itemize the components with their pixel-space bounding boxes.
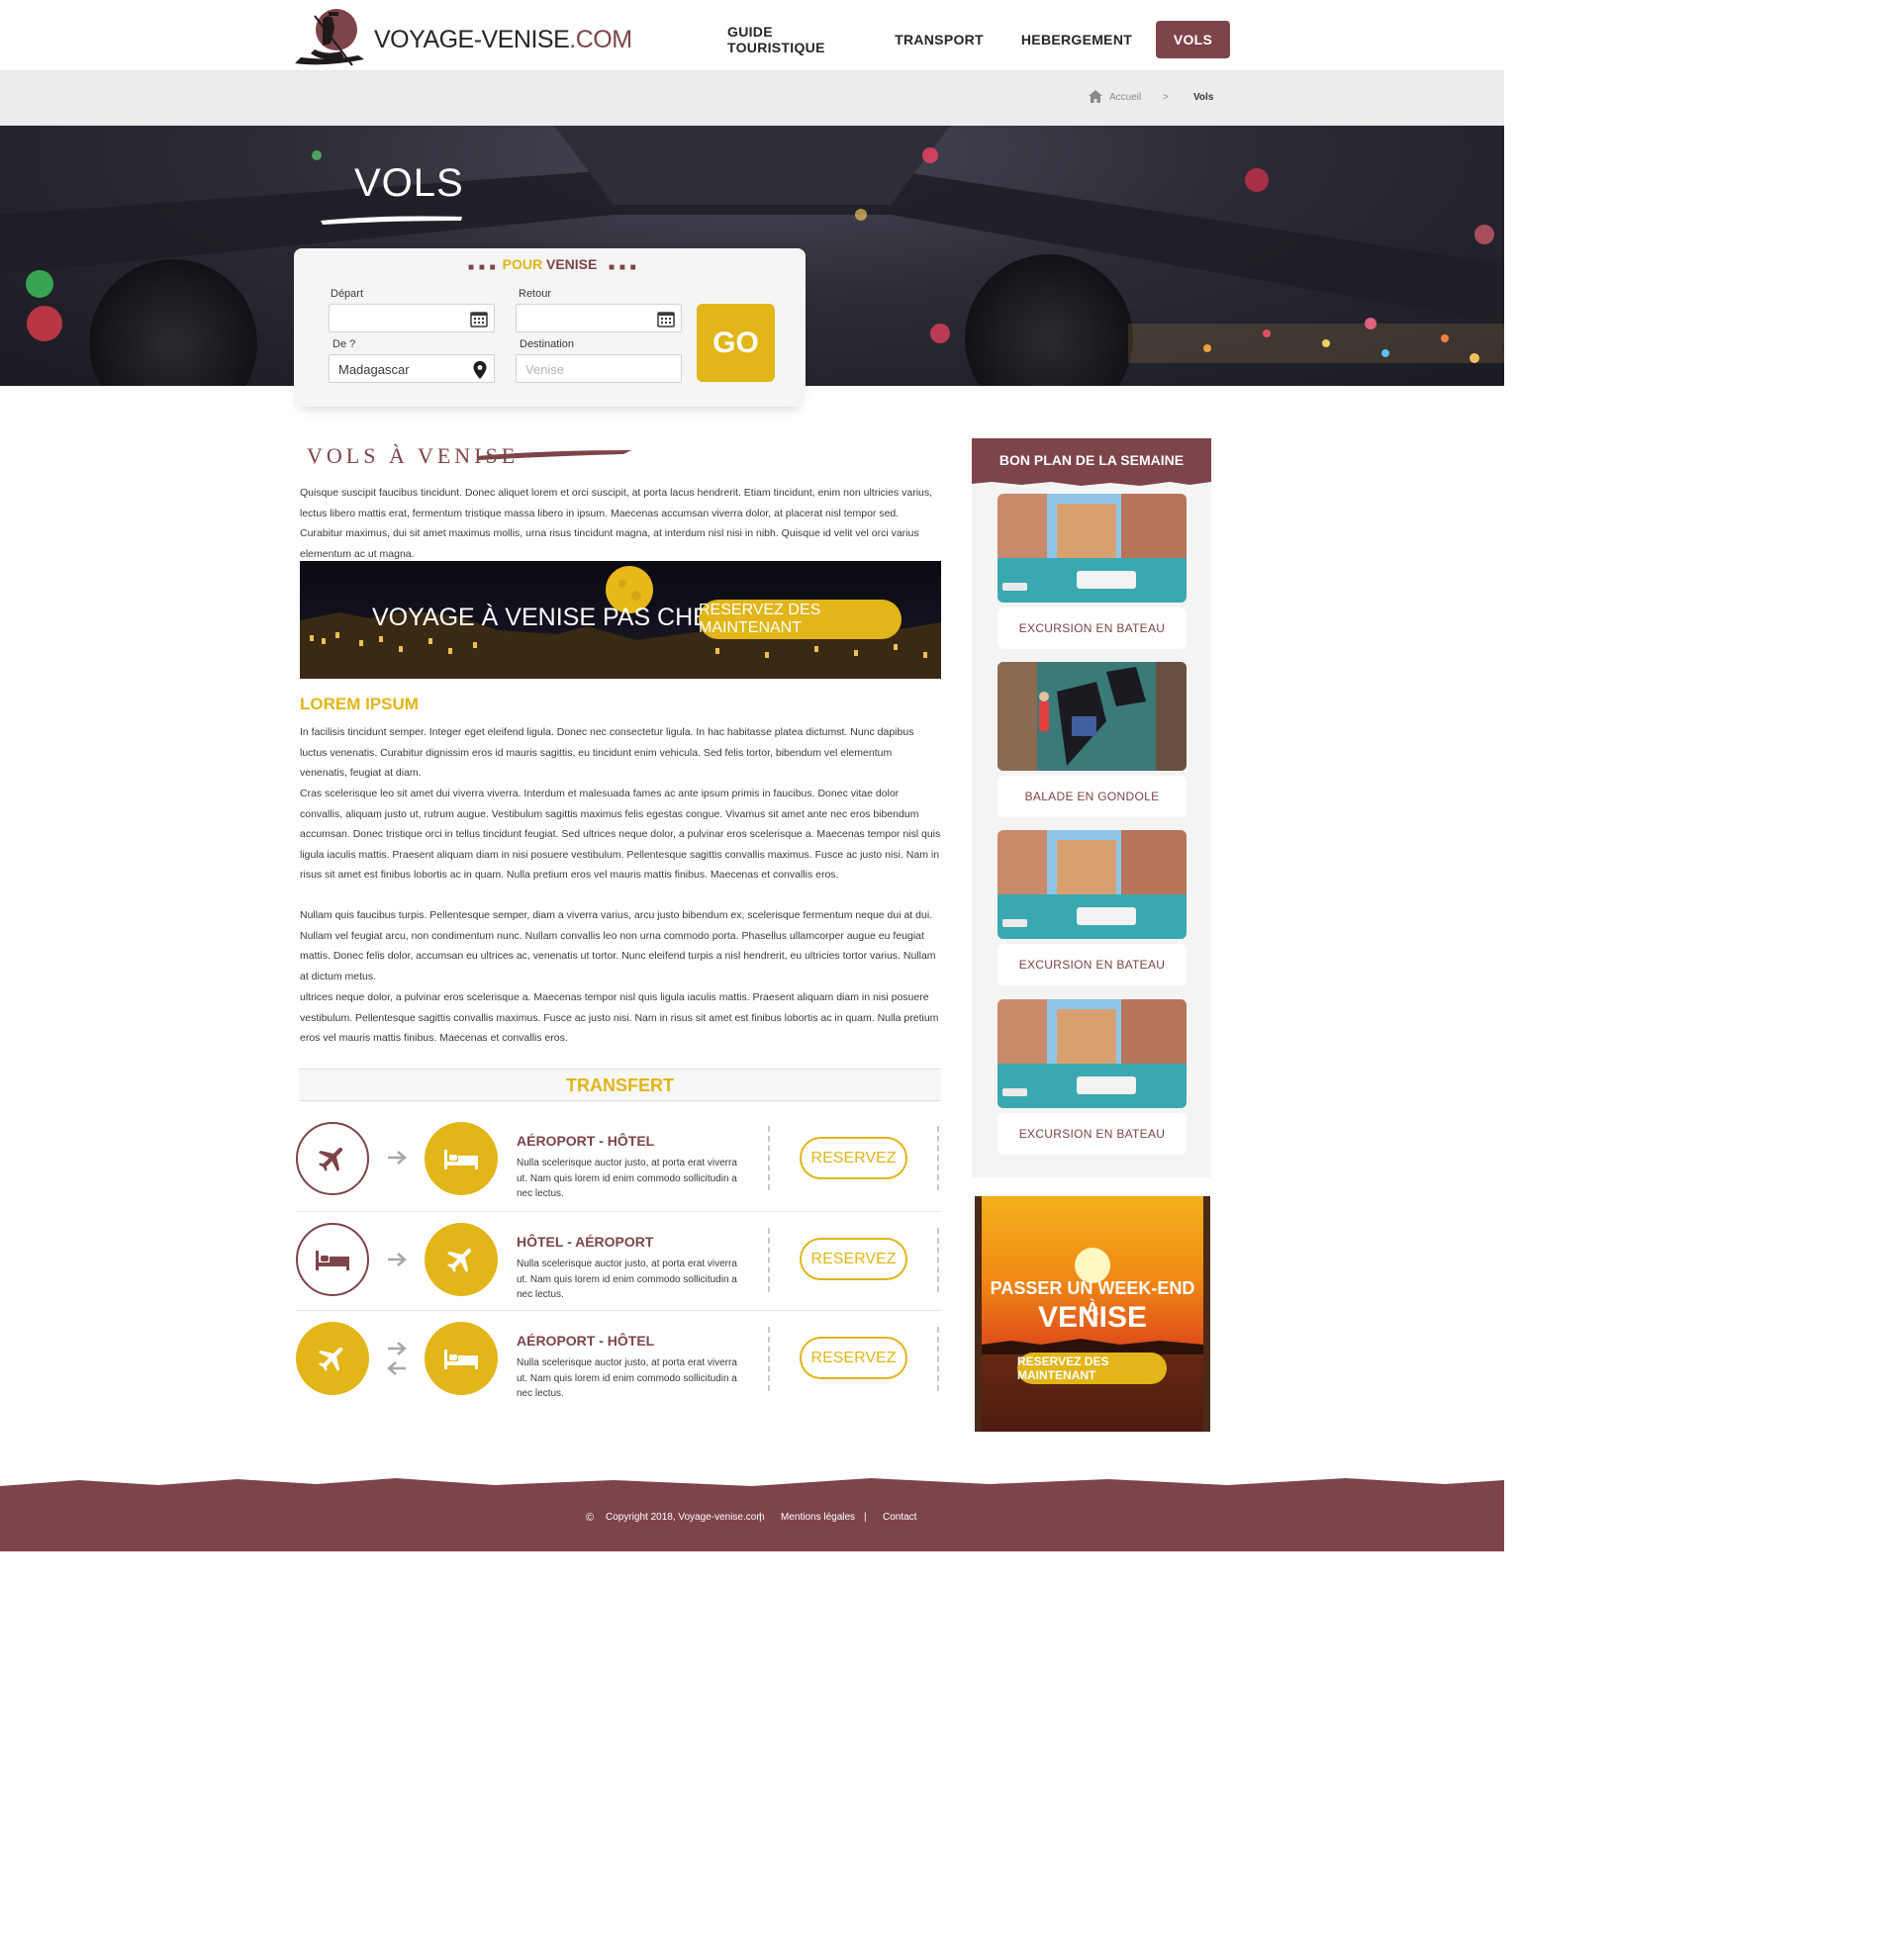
depart-date-input[interactable] (329, 304, 495, 332)
copyright-icon: © (586, 1512, 595, 1524)
breadcrumb-separator: > (1163, 92, 1169, 103)
nav-hebergement[interactable]: HEBERGEMENT (1019, 21, 1134, 58)
arrow-right-icon (388, 1151, 407, 1165)
site-logo[interactable]: VOYAGE-VENISE.COM (293, 6, 632, 67)
retour-date-input[interactable] (516, 304, 682, 332)
weekend-promo: PASSER UN WEEK-END À VENISE RESERVEZ DES… (975, 1196, 1210, 1432)
card-image-boat[interactable] (998, 999, 1187, 1108)
decor-dots-right: ■ ■ ■ (609, 262, 637, 273)
destination-label: Destination (520, 338, 575, 350)
divider (937, 1327, 939, 1391)
from-location-input[interactable]: Madagascar (329, 354, 495, 383)
breadcrumb-current: Vols (1193, 92, 1214, 103)
plane-icon (425, 1223, 498, 1296)
nav-vols[interactable]: VOLS (1156, 21, 1230, 58)
transfer-title: AÉROPORT - HÔTEL (517, 1133, 655, 1149)
transfer-desc: Nulla scelerisque auctor justo, at porta… (517, 1357, 737, 1399)
footer-contact-link[interactable]: Contact (883, 1512, 916, 1523)
nav-guide-touristique[interactable]: GUIDE TOURISTIQUE (727, 21, 864, 58)
card-label[interactable]: BALADE EN GONDOLE (998, 776, 1187, 817)
content-paragraph: In facilisis tincidunt semper. Integer e… (300, 726, 914, 779)
gondolier-logo-icon (295, 9, 364, 66)
card-image-boat[interactable] (998, 494, 1187, 603)
flight-search-form: ■ ■ ■ POUR VENISE ■ ■ ■ Départ Retour De… (294, 248, 806, 407)
retour-label: Retour (519, 288, 552, 300)
banner-text: VOYAGE À VENISE PAS CHER (372, 604, 727, 631)
banner-reserve-button[interactable]: RESERVEZ DES MAINTENANT (699, 600, 902, 639)
reserve-button[interactable]: RESERVEZ (800, 1137, 907, 1179)
cheap-trip-banner: VOYAGE À VENISE PAS CHER RESERVEZ DES MA… (300, 561, 941, 679)
footer-copyright: Copyright 2018, Voyage-venise.com (606, 1512, 765, 1523)
transfer-desc: Nulla scelerisque auctor justo, at porta… (517, 1259, 737, 1300)
card-image-gondola[interactable] (998, 662, 1187, 771)
transfer-title: AÉROPORT - HÔTEL (517, 1333, 655, 1349)
content-paragraph: ultrices neque dolor, a pulvinar eros sc… (300, 991, 939, 1044)
promo-line2: VENISE (1037, 1301, 1148, 1334)
breadcrumb-home-link[interactable]: Accueil (1109, 92, 1141, 103)
reserve-button[interactable]: RESERVEZ (800, 1337, 907, 1379)
plane-icon (296, 1122, 369, 1195)
divider (768, 1126, 770, 1190)
transfer-desc: Nulla scelerisque auctor justo, at porta… (517, 1158, 737, 1199)
transfer-heading: TRANSFERT (299, 1069, 941, 1101)
nav-transport[interactable]: TRANSPORT (889, 21, 990, 58)
bed-icon (425, 1122, 498, 1195)
footer-legal-link[interactable]: Mentions légales (781, 1512, 855, 1523)
from-label: De ? (332, 338, 356, 350)
location-pin-icon (473, 361, 487, 379)
home-icon (1089, 90, 1102, 103)
divider (768, 1228, 770, 1292)
card-image-boat[interactable] (998, 830, 1187, 939)
content-paragraph: Nullam quis faucibus turpis. Pellentesqu… (300, 909, 936, 982)
title-underline-stroke (321, 216, 462, 225)
search-title: POUR VENISE (502, 256, 598, 272)
content-paragraph: Cras scelerisque leo sit amet dui viverr… (300, 788, 941, 881)
bed-icon (296, 1223, 369, 1296)
plane-icon (296, 1322, 369, 1395)
divider (937, 1126, 939, 1190)
transfer-row: AÉROPORT - HÔTEL Nulla scelerisque aucto… (295, 1113, 941, 1212)
site-header: VOYAGE-VENISE.COM GUIDE TOURISTIQUE TRAN… (0, 0, 1504, 71)
bed-icon (425, 1322, 498, 1395)
card-label[interactable]: EXCURSION EN BATEAU (998, 1113, 1187, 1155)
transfer-row: HÔTEL - AÉROPORT Nulla scelerisque aucto… (295, 1212, 941, 1311)
footer-separator: | (864, 1512, 867, 1523)
intro-paragraph: Quisque suscipit faucibus tincidunt. Don… (300, 487, 933, 560)
divider (937, 1228, 939, 1292)
go-button[interactable]: GO (697, 304, 775, 382)
calendar-icon[interactable] (470, 310, 488, 327)
depart-label: Départ (331, 288, 364, 300)
transfer-row: AÉROPORT - HÔTEL Nulla scelerisque aucto… (295, 1311, 941, 1410)
destination-input[interactable]: Venise (516, 354, 682, 383)
breadcrumb: Accueil > Vols (0, 71, 1504, 126)
round-trip-arrows-icon (387, 1342, 407, 1375)
sidebar-heading: BON PLAN DE LA SEMAINE (972, 438, 1211, 482)
sidebar-deals: BON PLAN DE LA SEMAINE EXCURSION EN BATE… (972, 438, 1211, 1177)
reserve-button[interactable]: RESERVEZ (800, 1238, 907, 1280)
transfer-title: HÔTEL - AÉROPORT (517, 1234, 654, 1250)
arrow-right-icon (388, 1253, 407, 1266)
calendar-icon[interactable] (657, 310, 675, 327)
logo-text: VOYAGE-VENISE.COM (374, 26, 632, 53)
lorem-heading: LOREM IPSUM (300, 695, 419, 713)
divider (768, 1327, 770, 1391)
card-label[interactable]: EXCURSION EN BATEAU (998, 607, 1187, 649)
heading-brush-stroke (477, 450, 631, 460)
footer-separator: | (759, 1512, 762, 1523)
card-label[interactable]: EXCURSION EN BATEAU (998, 944, 1187, 985)
promo-reserve-button[interactable]: RESERVEZ DES MAINTENANT (1017, 1353, 1167, 1384)
page-title: VOLS (354, 161, 464, 205)
torn-edge-decor (972, 478, 1211, 486)
